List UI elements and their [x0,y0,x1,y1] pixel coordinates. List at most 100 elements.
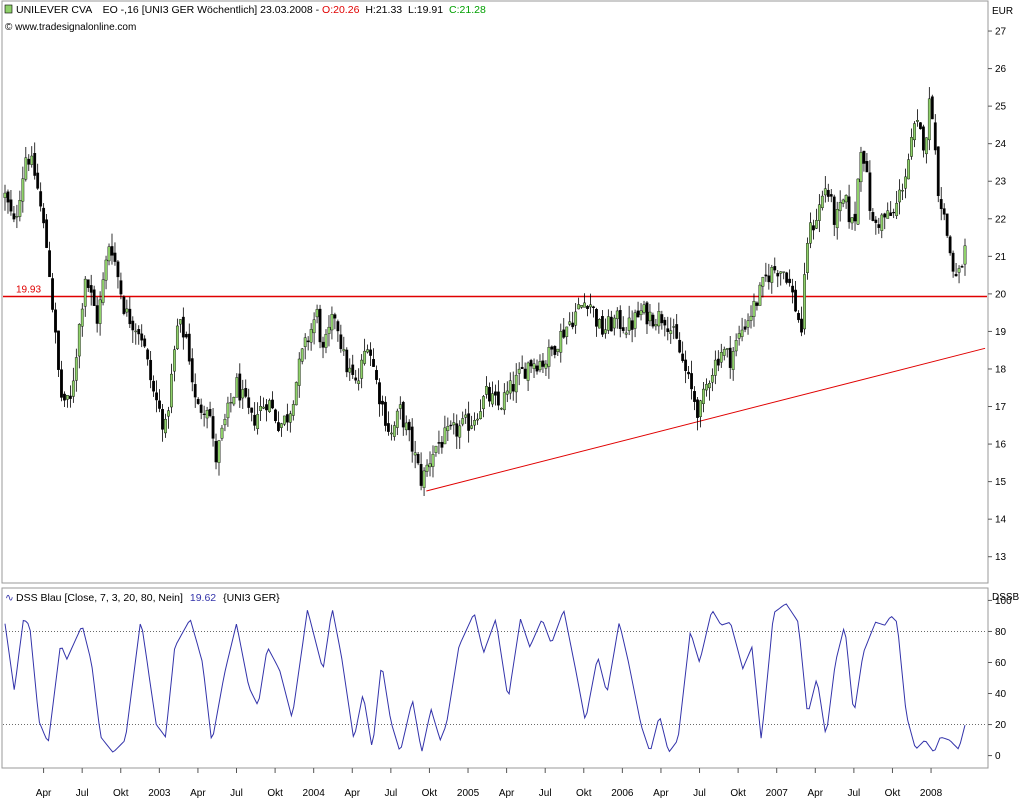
candle-body [719,351,723,363]
candle-body [458,425,462,438]
candle-body [583,302,586,308]
candle-body [705,384,708,391]
indicator-tick-label: 40 [995,689,1007,700]
candle-body [419,463,423,486]
candle-body [422,470,426,488]
candle-body [479,411,482,420]
candle-body [511,384,515,392]
candle-body [274,409,277,422]
candle-body [502,392,506,411]
indicator-value: 19.62 [190,592,216,604]
candle-body [630,320,634,330]
candle-body [841,199,845,204]
candle-body [488,386,491,402]
candle-legend-icon [4,4,13,14]
price-tick-label: 20 [995,289,1007,300]
candle-body [101,279,105,303]
candle-body [312,319,316,334]
candle-body [384,401,387,426]
candle-body [532,363,536,369]
candle-body [648,311,652,322]
candle-body [598,319,601,329]
candle-body [482,396,485,410]
candle-body [693,391,696,402]
candle-body [823,188,827,196]
price-tick-label: 14 [995,515,1007,526]
candle-body [431,454,435,467]
candle-body [6,191,10,203]
candle-body [895,202,899,216]
price-tick-label: 19 [995,327,1007,338]
candle-body [520,366,524,369]
candle-body [202,413,206,415]
candle-body [574,311,578,326]
candle-body [871,212,875,221]
candle-body [77,324,81,357]
candle-body [54,309,57,333]
candle-body [541,360,545,367]
candle-body [767,275,771,283]
candle-body [930,96,934,120]
candle-body [960,266,964,268]
candle-body [285,414,289,423]
symbol-name: UNILEVER CVA [16,4,92,16]
candle-body [18,200,22,217]
candle-body [568,321,572,325]
candle-body [556,348,560,352]
candle-body [265,404,268,411]
candle-body [238,373,242,401]
candle-body [425,464,429,472]
candle-body [707,383,711,389]
candle-body [291,404,295,416]
candle-body [416,453,420,464]
candle-body [785,272,789,283]
candle-body [98,299,102,324]
candle-body [449,424,453,427]
candle-body [898,189,902,203]
chart-canvas: 13 14 15 16 17 18 19 20 21 22 23 24 25 26 27 19.93 0 20… [0,0,1024,800]
candle-body [303,337,307,347]
candle-body [119,280,123,295]
price-tick-label: 23 [995,177,1007,188]
candle-body [684,359,688,371]
candle-body [755,302,759,306]
candle-body [134,330,138,333]
candle-body [853,213,857,222]
time-tick-label: 2003 [148,788,171,799]
candle-body [122,296,126,314]
candle-body [924,137,928,155]
candle-body [910,137,913,157]
candle-body [696,399,699,418]
time-tick-label: Apr [36,788,52,799]
candle-body [178,319,182,325]
time-tick-label: Apr [344,788,360,799]
candle-body [208,408,212,417]
candle-body [553,346,557,355]
candle-body [654,324,658,327]
candle-body [794,289,797,312]
candle-body [883,213,887,218]
candle-body [559,331,563,353]
candle-body [651,314,655,327]
candle-body [57,330,60,370]
candle-body [589,304,592,308]
candle-body [116,261,120,278]
candle-body [369,349,372,356]
candle-body [886,210,890,219]
candle-body [669,330,673,334]
open-value: O:20.26 [322,4,360,16]
candle-body [256,414,260,429]
candle-body [140,333,144,341]
candle-body [957,268,961,273]
candle-body [809,222,812,244]
candle-body [939,199,943,210]
indicator-header: ∿ DSS Blau [Close, 7, 3, 20, 80, Nein] 1… [5,592,280,604]
candle-body [161,409,164,430]
candle-body [814,220,818,229]
candle-body [318,308,322,343]
candle-body [672,326,676,328]
candle-body [687,371,690,375]
candle-body [354,377,358,381]
candle-body [232,397,236,405]
candle-body [508,380,512,394]
